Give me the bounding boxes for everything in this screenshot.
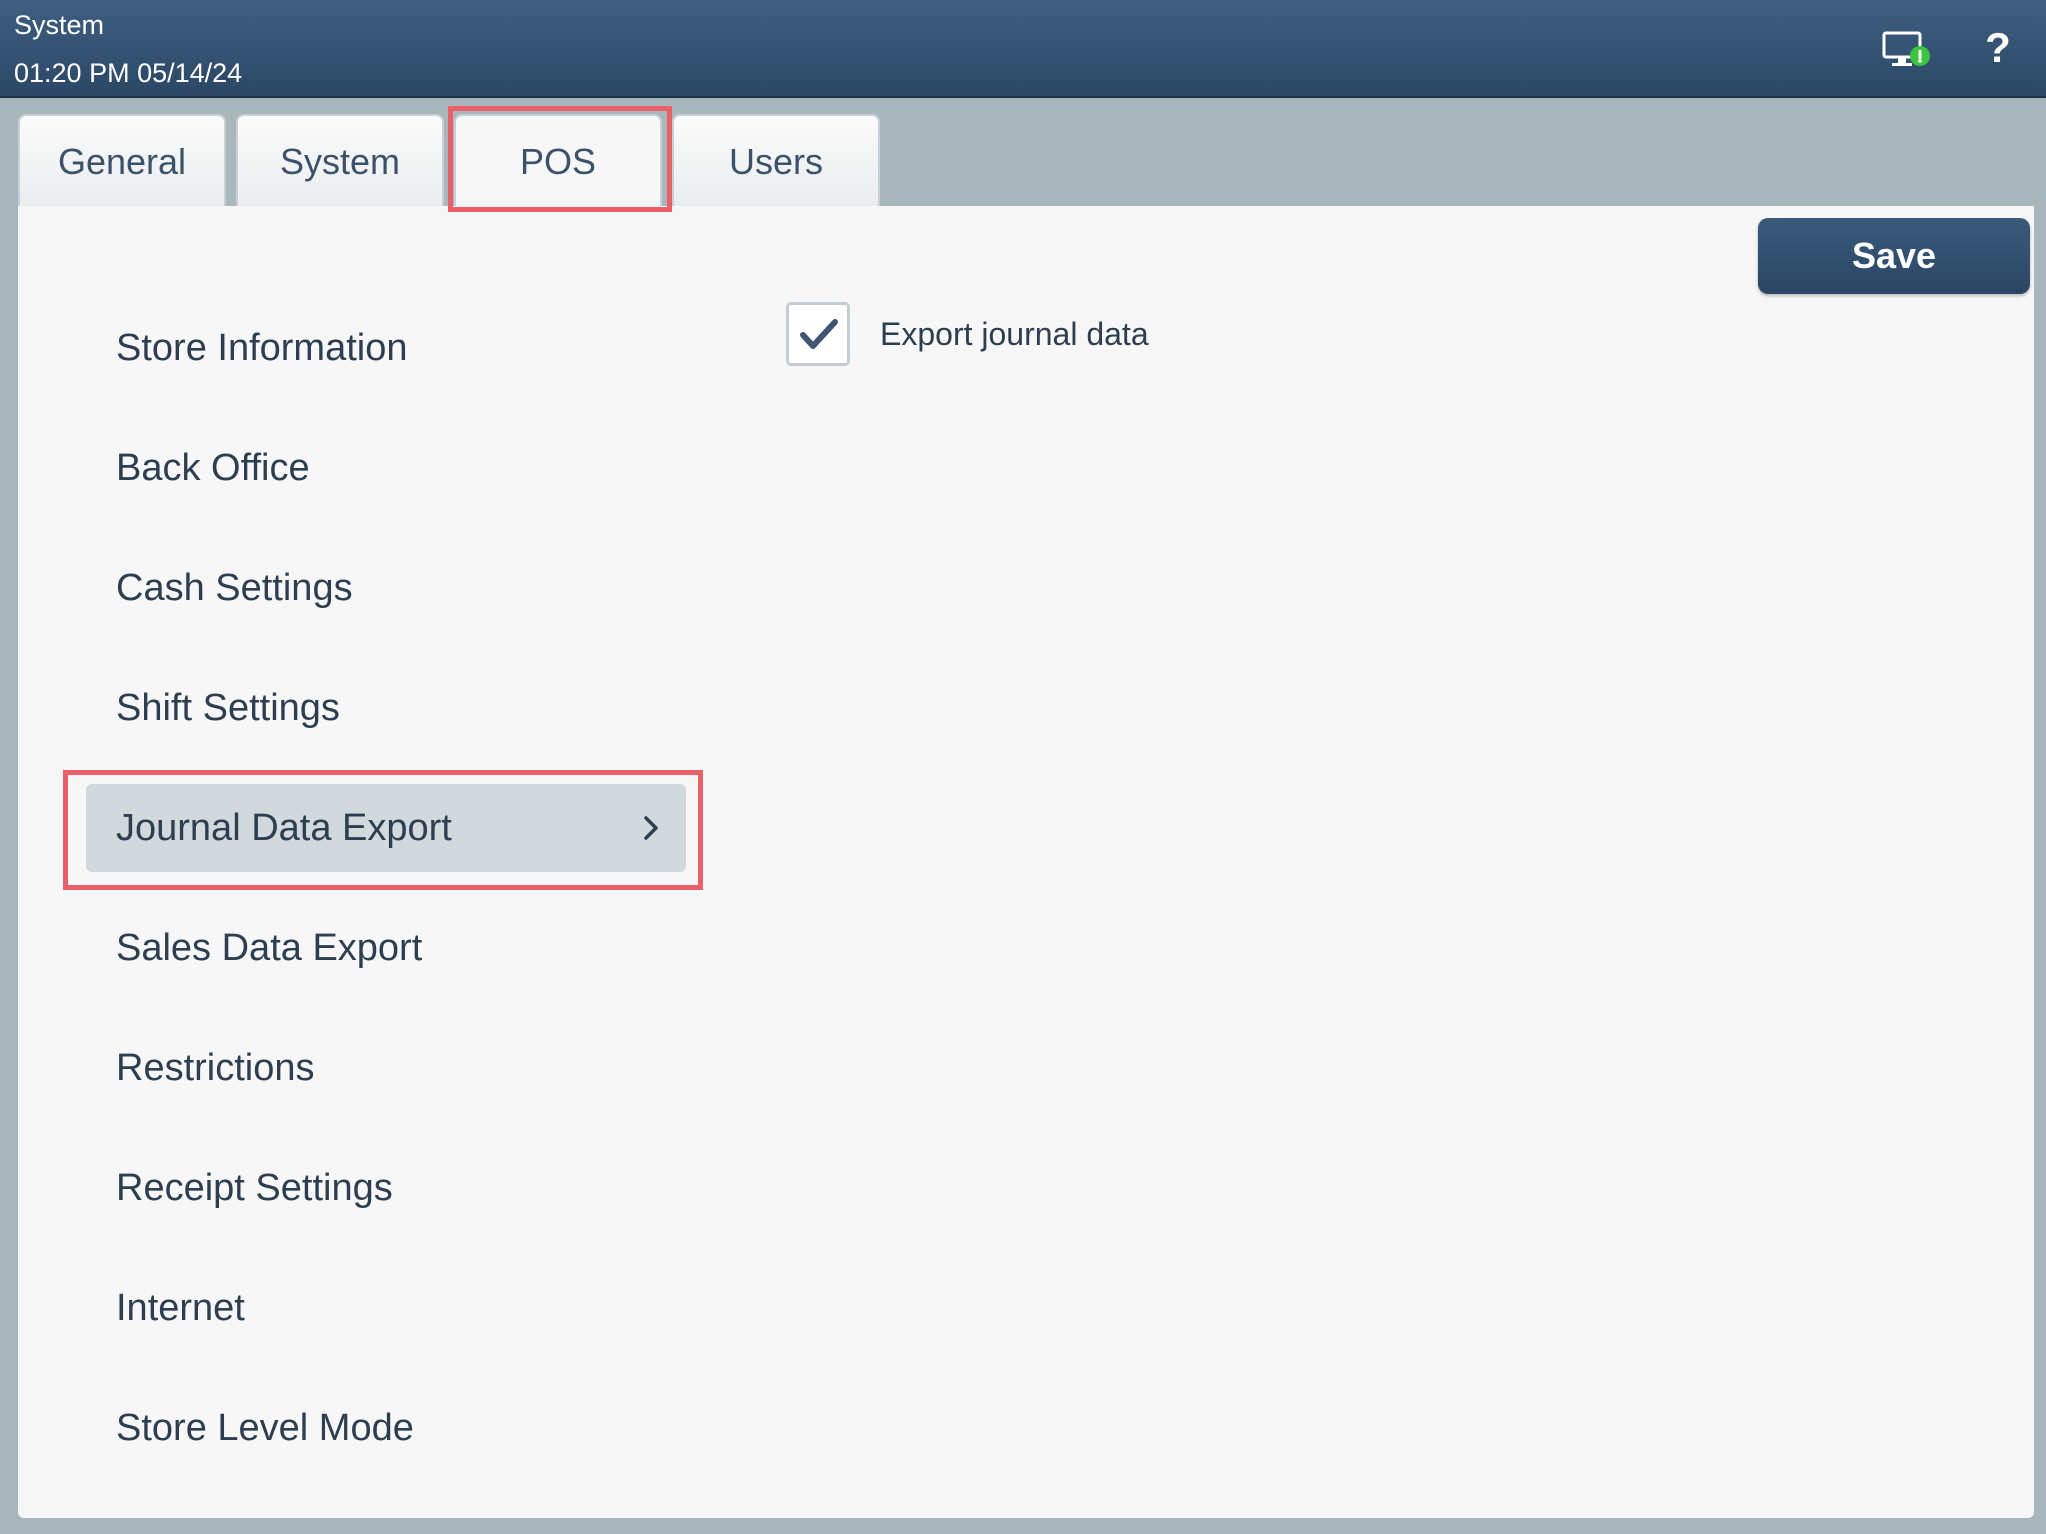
title-bar: System 01:20 PM 05/14/24 ? — [0, 0, 2046, 98]
tab-pos[interactable]: POS — [454, 114, 662, 210]
help-icon[interactable]: ? — [1980, 24, 2016, 72]
monitor-status-icon[interactable] — [1882, 30, 1932, 72]
export-journal-data-label[interactable]: Export journal data — [880, 312, 1149, 356]
sidebar-item-restrictions[interactable]: Restrictions — [116, 1028, 315, 1108]
sidebar-item-internet[interactable]: Internet — [116, 1268, 245, 1348]
sidebar-item-label: Journal Data Export — [116, 807, 452, 849]
sidebar-item-journal-data-export[interactable]: Journal Data Export — [86, 784, 686, 872]
sidebar-item-cash-settings[interactable]: Cash Settings — [116, 548, 353, 628]
sidebar-item-receipt-settings[interactable]: Receipt Settings — [116, 1148, 393, 1228]
sidebar-item-shift-settings[interactable]: Shift Settings — [116, 668, 340, 748]
datetime-display: 01:20 PM 05/14/24 — [14, 58, 243, 88]
export-journal-data-checkbox[interactable] — [786, 302, 850, 366]
tab-users[interactable]: Users — [672, 114, 880, 206]
tab-system[interactable]: System — [236, 114, 444, 206]
tab-general[interactable]: General — [18, 114, 226, 206]
sidebar-item-store-information[interactable]: Store Information — [116, 308, 407, 388]
save-button[interactable]: Save — [1758, 218, 2030, 294]
checkmark-icon — [800, 319, 838, 349]
chevron-right-icon — [642, 812, 660, 844]
sidebar-item-store-level-mode[interactable]: Store Level Mode — [116, 1388, 414, 1468]
window-title: System — [14, 10, 105, 40]
sidebar-item-back-office[interactable]: Back Office — [116, 428, 310, 508]
sidebar-item-sales-data-export[interactable]: Sales Data Export — [116, 908, 422, 988]
